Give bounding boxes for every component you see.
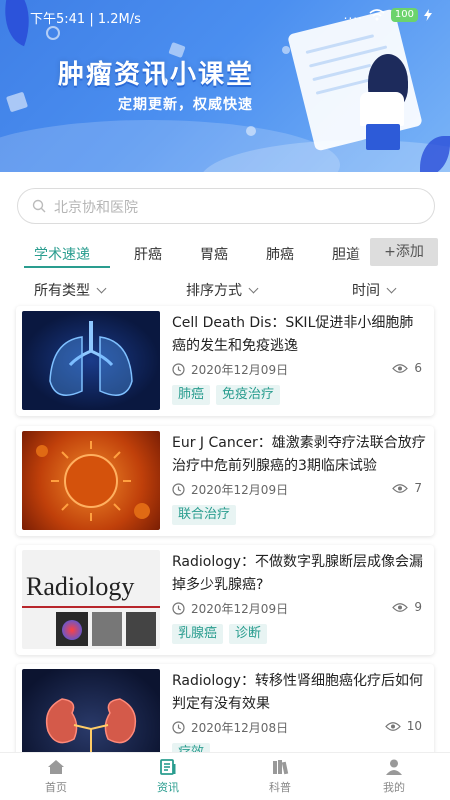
doctor-coat: [360, 92, 404, 126]
add-tab-button[interactable]: +添加: [370, 238, 438, 266]
article-views: 10: [384, 719, 422, 733]
news-icon: [160, 759, 176, 775]
article-date-text: 2020年12月09日: [191, 483, 289, 497]
tab-indicator: [24, 266, 110, 268]
eye-icon: [392, 363, 409, 373]
article-title: Radiology：转移性肾细胞癌化疗后如何判定有没有效果: [172, 673, 423, 712]
article-card[interactable]: Cell Death Dis：SKIL促进非小细胞肺癌的发生和免疫逃逸 2020…: [16, 306, 434, 416]
nav-profile[interactable]: 我的: [354, 757, 434, 795]
view-count: 9: [414, 600, 422, 614]
category-tabs: 学术速递 肝癌 胃癌 肺癌 胆道 +添加: [0, 236, 450, 274]
article-date-text: 2020年12月08日: [191, 721, 289, 735]
article-tags: 乳腺癌 诊断: [172, 624, 268, 644]
cell-thumbnail: [22, 431, 160, 530]
article-date: 2020年12月09日: [172, 361, 288, 378]
article-date-text: 2020年12月09日: [191, 363, 289, 377]
view-count: 6: [414, 361, 422, 375]
tab-stomach-cancer[interactable]: 胃癌: [200, 244, 228, 264]
eye-icon: [392, 483, 409, 493]
status-right: .... 100: [344, 8, 432, 22]
status-bar: 下午5:41 | 1.2M/s .... 100: [0, 0, 450, 30]
article-tags: 联合治疗: [172, 505, 237, 525]
tag-lung-cancer[interactable]: 肺癌: [172, 385, 211, 405]
filter-bar: 所有类型 排序方式 时间: [0, 276, 450, 302]
radiology-thumbnail: Radiology: [22, 550, 160, 649]
article-card[interactable]: Radiology Radiology：不做数字乳腺断层成像会漏掉多少乳腺癌? …: [16, 545, 434, 655]
article-views: 9: [392, 600, 422, 614]
bottom-navigation: 首页 资讯 科普 我的: [0, 752, 450, 800]
tab-academic-express[interactable]: 学术速递: [34, 244, 90, 264]
dot-decoration: [246, 126, 256, 136]
type-filter[interactable]: 所有类型: [34, 280, 107, 300]
type-filter-label: 所有类型: [34, 283, 90, 299]
chevron-down-icon: [386, 283, 397, 293]
box-decoration: [5, 91, 29, 113]
clock-icon: [172, 483, 185, 496]
chevron-down-icon: [96, 283, 107, 293]
dot-decoration: [282, 46, 290, 54]
nav-news[interactable]: 资讯: [128, 757, 208, 795]
article-date: 2020年12月09日: [172, 600, 288, 617]
article-card[interactable]: Eur J Cancer：雄激素剥夺疗法联合放疗治疗中危前列腺癌的3期临床试验 …: [16, 426, 434, 536]
nav-science-label: 科普: [269, 781, 291, 794]
sort-filter[interactable]: 排序方式: [186, 280, 259, 300]
article-views: 6: [392, 361, 422, 375]
tab-fade: [352, 236, 372, 270]
article-date: 2020年12月09日: [172, 481, 288, 498]
user-icon: [386, 759, 402, 775]
time-filter-label: 时间: [352, 283, 380, 299]
view-count: 10: [406, 719, 422, 733]
radiology-logo-text: Radiology: [26, 572, 135, 601]
tab-lung-cancer[interactable]: 肺癌: [266, 244, 294, 264]
charging-icon: [424, 9, 432, 21]
article-date-text: 2020年12月09日: [191, 602, 289, 616]
wifi-icon: [369, 9, 385, 21]
lung-thumbnail: [22, 311, 160, 410]
books-icon: [273, 760, 289, 775]
sort-filter-label: 排序方式: [186, 283, 242, 299]
time-filter[interactable]: 时间: [352, 280, 397, 300]
search-input[interactable]: 北京协和医院: [17, 188, 435, 224]
chevron-down-icon: [248, 283, 259, 293]
eye-icon: [384, 721, 401, 731]
nav-profile-label: 我的: [383, 781, 405, 794]
tag-immunotherapy[interactable]: 免疫治疗: [216, 385, 281, 405]
tag-combination-therapy[interactable]: 联合治疗: [172, 505, 237, 525]
search-placeholder: 北京协和医院: [54, 200, 138, 216]
clock-icon: [172, 721, 185, 734]
doctor-legs: [366, 124, 400, 150]
banner-subtitle: 定期更新，权威快速: [118, 97, 253, 113]
battery-icon: 100: [390, 8, 418, 22]
article-tags: 肺癌 免疫治疗: [172, 385, 281, 405]
signal-icon: ....: [343, 8, 363, 22]
tab-liver-cancer[interactable]: 肝癌: [134, 244, 162, 264]
article-title: Eur J Cancer：雄激素剥夺疗法联合放疗治疗中危前列腺癌的3期临床试验: [172, 435, 426, 474]
search-icon: [32, 199, 46, 213]
home-icon: [48, 760, 64, 774]
status-time: 下午5:41 | 1.2M/s: [30, 12, 141, 27]
article-title: Radiology：不做数字乳腺断层成像会漏掉多少乳腺癌?: [172, 554, 423, 593]
nav-science[interactable]: 科普: [240, 757, 320, 795]
nav-home[interactable]: 首页: [16, 757, 96, 795]
clock-icon: [172, 363, 185, 376]
eye-icon: [392, 602, 409, 612]
tag-breast-cancer[interactable]: 乳腺癌: [172, 624, 224, 644]
article-title: Cell Death Dis：SKIL促进非小细胞肺癌的发生和免疫逃逸: [172, 315, 414, 354]
article-date: 2020年12月08日: [172, 719, 288, 736]
nav-home-label: 首页: [45, 781, 67, 794]
nav-news-label: 资讯: [157, 781, 179, 794]
banner-title: 肿瘤资讯小课堂: [58, 60, 255, 90]
view-count: 7: [414, 481, 422, 495]
tag-diagnosis[interactable]: 诊断: [229, 624, 268, 644]
article-views: 7: [392, 481, 422, 495]
clock-icon: [172, 602, 185, 615]
